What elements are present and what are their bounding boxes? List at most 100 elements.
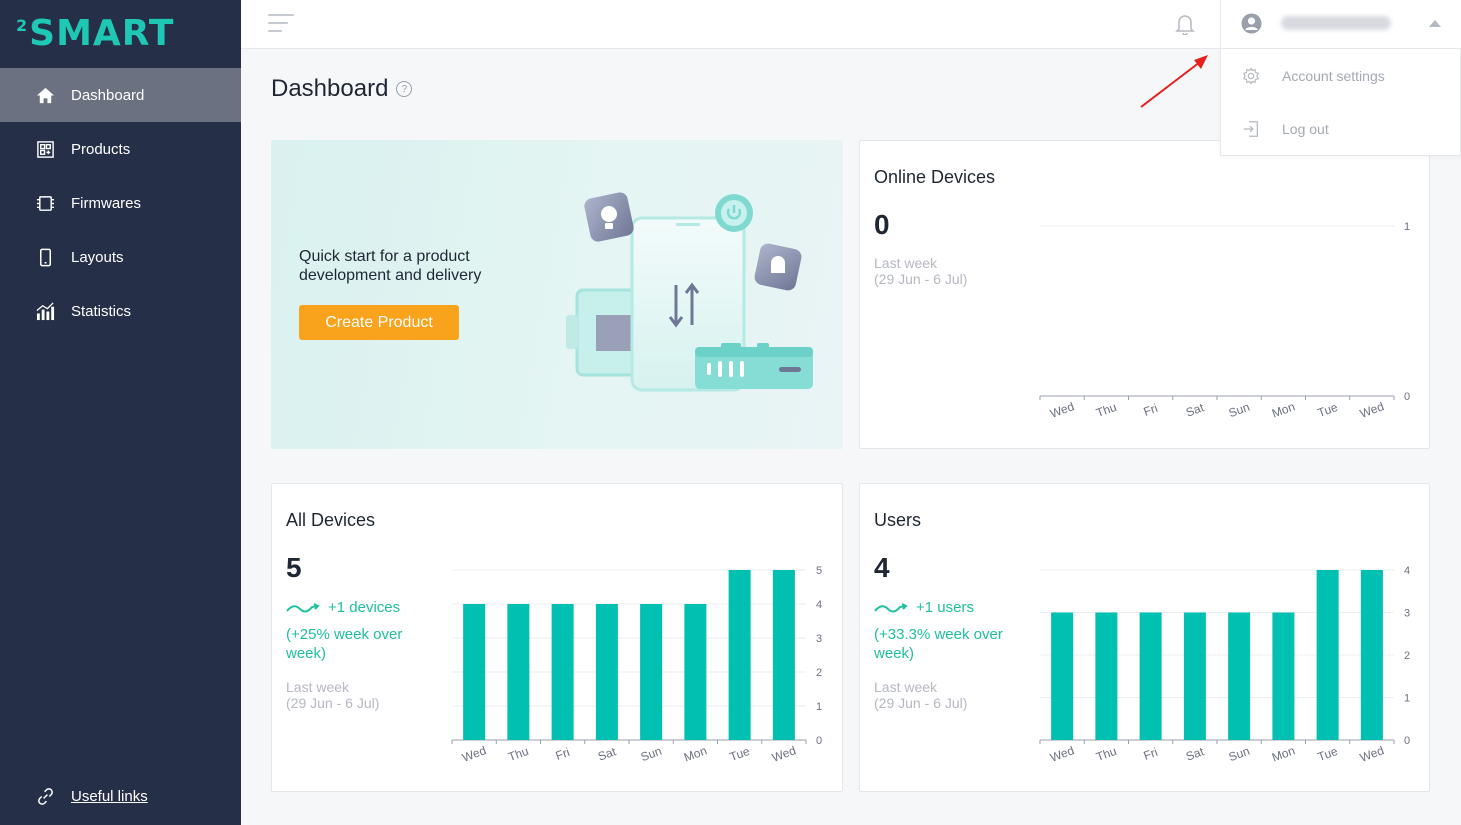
card-title: All Devices: [286, 510, 376, 530]
help-icon[interactable]: ?: [396, 81, 413, 97]
bar[interactable]: [1228, 612, 1251, 741]
quick-start-line-2: development and delivery: [299, 267, 482, 284]
page-title-text: Dashboard: [271, 75, 389, 102]
sidebar-item-products[interactable]: Products: [0, 122, 241, 176]
all-devices-trend: +1 devices (+25% week over week): [286, 598, 402, 663]
last-week-label: Last week: [874, 679, 938, 695]
x-tick-label: Mon: [1270, 399, 1297, 420]
x-tick-label: Sat: [1184, 744, 1206, 764]
menu-item-account-settings[interactable]: Account settings: [1221, 49, 1460, 102]
y-tick-label: 1: [1404, 221, 1410, 233]
bar[interactable]: [1272, 612, 1295, 741]
y-tick-label: 4: [816, 599, 822, 611]
gear-icon: [1242, 66, 1260, 85]
bar[interactable]: [772, 570, 795, 740]
all-devices-chart: 0 1 2 3 4 5 Wed Thu Fri Sat Sun Mon Tue Wed: [451, 565, 822, 765]
bar[interactable]: [1095, 612, 1118, 741]
bar[interactable]: [551, 604, 574, 740]
x-tick-label: Mon: [682, 743, 709, 764]
x-tick-label: Tue: [728, 744, 752, 764]
sidebar-item-layouts[interactable]: Layouts: [0, 230, 241, 284]
users-count: 4: [874, 552, 890, 583]
y-tick-label: 0: [816, 735, 822, 747]
logo-name: SMART: [29, 13, 175, 54]
sidebar: 2SMART Dashboard Products Firmwares Layo…: [0, 0, 241, 825]
bar[interactable]: [684, 604, 707, 740]
account-menu-toggle[interactable]: [1220, 0, 1461, 49]
home-icon: [35, 85, 55, 105]
trend-detail-1: (+33.3% week over: [874, 626, 1003, 643]
logo-superscript: 2: [16, 16, 29, 35]
online-devices-card: Online Devices 0 Last week (29 Jun - 6 J…: [859, 140, 1430, 449]
x-tick-label: Sat: [1184, 400, 1206, 420]
useful-links-label: Useful links: [71, 787, 148, 805]
x-tick-label: Sun: [1227, 744, 1252, 764]
trend-line: +1 devices: [286, 598, 402, 617]
bar[interactable]: [595, 604, 618, 740]
logo[interactable]: 2SMART: [0, 0, 241, 68]
last-week-label: Last week: [874, 255, 938, 271]
quick-start-text: Quick start for a product development an…: [299, 247, 481, 285]
bar[interactable]: [1051, 612, 1074, 741]
users-trend: +1 users (+33.3% week over week): [874, 598, 1003, 663]
y-tick-label: 4: [1404, 565, 1410, 577]
products-icon: [35, 139, 55, 159]
trend-up-icon: [286, 602, 320, 612]
avatar-icon: [1241, 13, 1262, 34]
x-tick-label: Fri: [1142, 401, 1160, 419]
trend-value: +1 users: [916, 599, 974, 616]
x-tick-label: Fri: [1142, 745, 1160, 763]
sidebar-item-label: Dashboard: [71, 86, 145, 104]
online-devices-chart: 0 1 Wed Thu Fri Sat Sun Mon Tue Wed: [1039, 221, 1410, 421]
account-dropdown: Account settings Log out: [1220, 49, 1461, 156]
sidebar-item-label: Products: [71, 140, 131, 158]
bell-icon[interactable]: [1175, 13, 1195, 36]
trend-detail-1: (+25% week over: [286, 626, 403, 643]
last-week-range: (29 Jun - 6 Jul): [874, 271, 968, 287]
bar[interactable]: [640, 604, 663, 740]
bar[interactable]: [507, 604, 530, 740]
bar[interactable]: [1360, 570, 1383, 740]
logout-icon: [1243, 120, 1258, 137]
online-devices-count: 0: [874, 209, 890, 240]
trend-up-icon: [874, 602, 908, 612]
last-week-range: (29 Jun - 6 Jul): [286, 695, 380, 711]
sidebar-item-statistics[interactable]: Statistics: [0, 284, 241, 338]
page-title: Dashboard ?: [271, 75, 413, 103]
last-week-range: (29 Jun - 6 Jul): [874, 695, 968, 711]
help-icon-glyph: ?: [401, 83, 408, 95]
menu-item-log-out[interactable]: Log out: [1221, 102, 1460, 155]
bar[interactable]: [1316, 570, 1339, 740]
x-tick-label: Wed: [1358, 743, 1386, 765]
useful-links[interactable]: Useful links: [35, 786, 148, 806]
link-icon: [35, 786, 55, 806]
quick-start-line-1: Quick start for a product: [299, 248, 470, 265]
y-tick-label: 0: [1404, 735, 1410, 747]
bar[interactable]: [1139, 612, 1162, 741]
sidebar-item-firmwares[interactable]: Firmwares: [0, 176, 241, 230]
menu-toggle-icon[interactable]: [268, 14, 294, 34]
card-title: Users: [874, 510, 922, 530]
trend-value: +1 devices: [328, 599, 401, 616]
bar[interactable]: [1183, 612, 1206, 741]
chip-icon: [35, 193, 55, 213]
last-week-info: Last week (29 Jun - 6 Jul): [874, 679, 967, 711]
device-illustration: [566, 192, 813, 392]
y-tick-label: 0: [1404, 391, 1410, 403]
annotation-arrow: [1140, 55, 1208, 108]
x-tick-label: Wed: [460, 743, 488, 765]
x-tick-label: Wed: [1048, 743, 1076, 765]
sidebar-item-dashboard[interactable]: Dashboard: [0, 68, 241, 122]
x-tick-label: Sun: [639, 744, 664, 764]
quick-start-card: Quick start for a product development an…: [271, 140, 843, 449]
bar[interactable]: [463, 604, 486, 740]
chevron-up-icon[interactable]: [1429, 20, 1441, 27]
create-product-button[interactable]: Create Product: [299, 305, 459, 340]
x-tick-label: Tue: [1316, 744, 1340, 764]
x-tick-label: Thu: [1094, 744, 1118, 764]
users-chart: 0 1 2 3 4 Wed Thu Fri Sat Sun Mon Tue Wed: [1039, 565, 1410, 765]
x-tick-label: Wed: [770, 743, 798, 765]
x-tick-label: Tue: [1316, 400, 1340, 420]
bar[interactable]: [728, 570, 751, 740]
x-tick-label: Sat: [596, 744, 618, 764]
